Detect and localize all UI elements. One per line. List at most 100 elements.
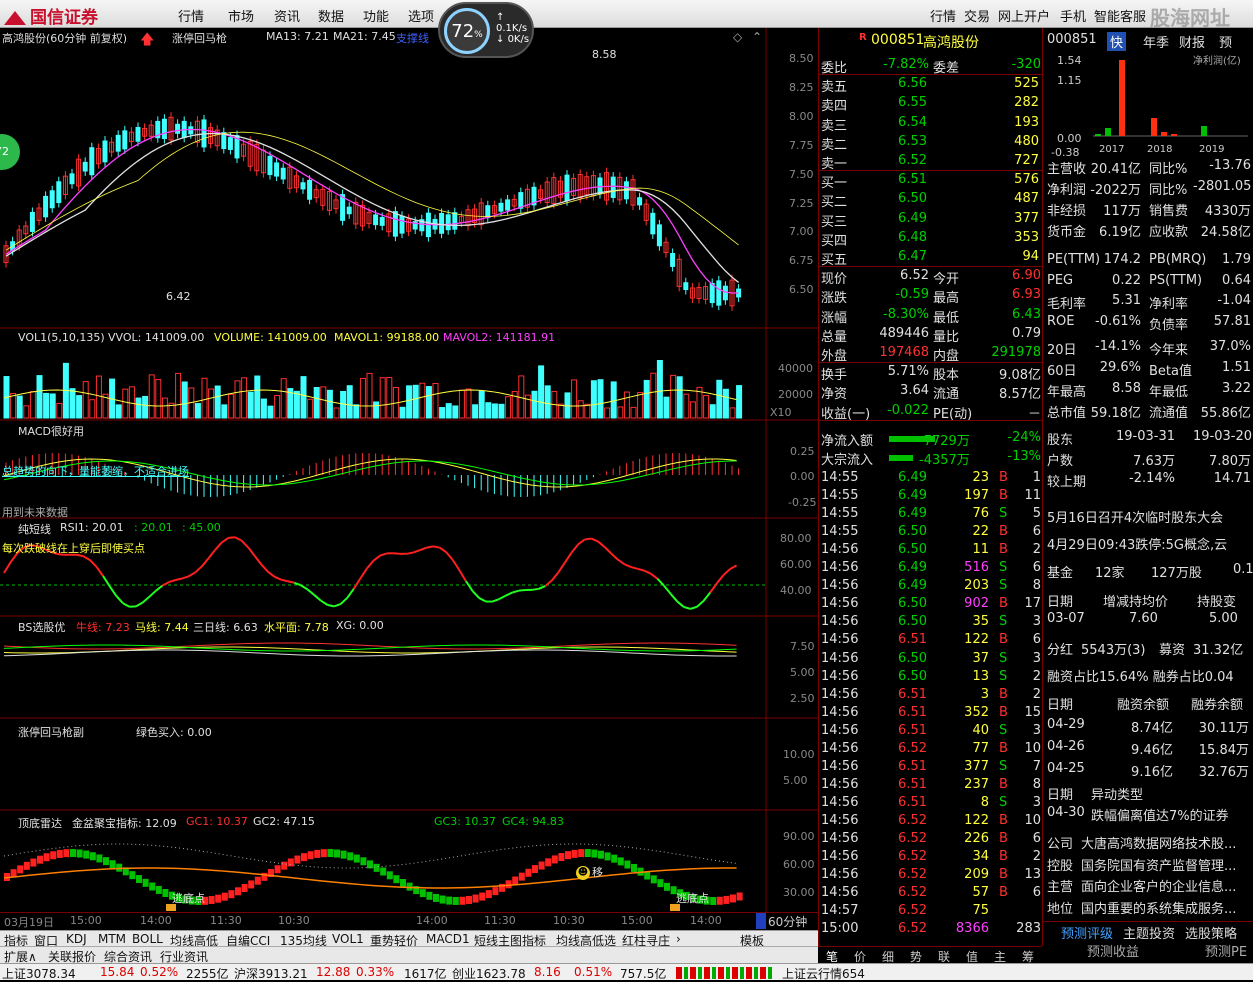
tab-macd1[interactable]: MACD1 <box>426 932 470 946</box>
tick-time: 14:56 <box>821 560 858 575</box>
radar-block <box>275 865 281 873</box>
tab-scroll-icon[interactable]: › <box>676 932 681 946</box>
tick-row: 14:566.5257B6 <box>819 884 1042 902</box>
quote-price: 6.54 <box>877 115 927 130</box>
menu-gongneng[interactable]: 功能 <box>363 6 389 25</box>
rsi-segment <box>717 575 724 583</box>
menu-shuju[interactable]: 数据 <box>318 6 344 25</box>
tick-volume: 203 <box>937 578 989 593</box>
menu-shichang[interactable]: 市场 <box>228 6 254 25</box>
volume-bar <box>116 405 121 418</box>
f10-value2: 1.51 <box>1193 360 1251 375</box>
tick-price: 6.51 <box>879 759 927 774</box>
margin-balance: 9.46亿 <box>1117 739 1173 758</box>
corp-row: 地位国内重要的系统集成服务... <box>1043 897 1253 916</box>
candle-body <box>651 213 655 233</box>
tick-count: 13 <box>1015 867 1041 882</box>
margin-col: 融资余额 <box>1117 694 1169 713</box>
volume-bar <box>281 379 286 418</box>
cy-index[interactable]: 创业1623.78 <box>452 965 526 982</box>
tick-time: 14:56 <box>821 867 858 882</box>
sh-index[interactable]: 上证3078.34 <box>2 965 76 982</box>
volume-bar <box>453 406 458 418</box>
cloud-status[interactable]: 上证云行情654 <box>782 965 865 982</box>
menu-shouji[interactable]: 手机 <box>1060 6 1086 25</box>
quote-label: 收益(一) <box>821 403 870 422</box>
rsi-segment <box>407 553 414 554</box>
scroll-handle[interactable] <box>756 913 766 929</box>
news-2[interactable]: 4月29日09:43跌停:5G概念,云 <box>1043 533 1253 552</box>
radar-block <box>162 889 168 897</box>
quote-value2: -24% <box>979 430 1041 445</box>
period-select[interactable]: 60分钟 <box>768 913 807 930</box>
tick-row: 14:566.50902B17 <box>819 595 1042 613</box>
menu-xuanxiang[interactable]: 选项 <box>408 6 434 25</box>
tick-row: 14:556.4976S5 <box>819 505 1042 523</box>
radar-block <box>44 853 50 861</box>
margin-col: 日期 <box>1047 694 1073 713</box>
profit-axis-tick: 0.00 <box>1057 132 1082 145</box>
margin-ratio: 融资占比15.64% 融券占比0.04 <box>1043 665 1253 684</box>
f10-label2: 净利率 <box>1149 293 1188 312</box>
menu-kaihu[interactable]: 网上开户 <box>998 6 1050 25</box>
volume-bar <box>440 408 445 418</box>
f10-value: 174.2 <box>1085 252 1141 267</box>
quote-price: 6.49 <box>877 211 927 226</box>
tick-side: S <box>999 578 1007 593</box>
quote-label: 卖四 <box>821 95 847 114</box>
diamond-icon[interactable]: ◇ <box>733 30 742 44</box>
volume-bar <box>426 387 431 418</box>
vol-mavol2: MAVOL2: 141181.91 <box>443 331 555 344</box>
low-label: 6.42 <box>166 290 191 303</box>
tick-count: 2 <box>1015 687 1041 702</box>
radar-block <box>545 858 551 866</box>
volume-bar <box>664 397 669 418</box>
f10-value: 19-03-31 <box>1115 429 1175 444</box>
up-arrow-icon: 🡅 <box>140 29 154 53</box>
menu-jiaoyi[interactable]: 交易 <box>964 6 990 25</box>
tab-mtm[interactable]: MTM <box>98 932 126 946</box>
tick-side: B <box>999 596 1008 611</box>
quote-volume: 480 <box>979 134 1039 149</box>
f10-label: 年最高 <box>1047 381 1086 400</box>
hold-change: 5.00 <box>1209 611 1238 626</box>
rsi-segment <box>354 578 361 588</box>
radar-block <box>70 849 76 857</box>
rsi-segment <box>215 542 222 549</box>
rsi-segment <box>182 576 189 578</box>
div-label: 分红 <box>1047 639 1073 658</box>
rsi-segment <box>195 566 202 572</box>
menu-kefu[interactable]: 智能客服 <box>1094 6 1146 25</box>
news-1[interactable]: 5月16日召开4次临时股东大会 <box>1043 506 1253 525</box>
tick-price: 6.52 <box>879 885 927 900</box>
menu-hangqing[interactable]: 行情 <box>178 6 204 25</box>
volume-bar <box>129 387 134 418</box>
collapse-icon[interactable]: ⌃ <box>752 30 762 44</box>
quote-value2: 6.93 <box>979 287 1041 302</box>
rsi-segment <box>611 553 618 559</box>
tab-kdj[interactable]: KDJ <box>66 932 87 946</box>
tick-volume: 237 <box>937 777 989 792</box>
radar-block <box>552 855 558 863</box>
quote-volume: 353 <box>979 230 1039 245</box>
rsi-segment <box>723 569 730 575</box>
tab-boll[interactable]: BOLL <box>132 932 163 946</box>
rsi-segment <box>314 595 321 601</box>
radar-block <box>129 871 135 879</box>
main-axis-tick: 7.25 <box>789 197 814 210</box>
ma13-label: MA13: 7.21 <box>266 30 329 43</box>
rsi-segment <box>110 586 117 596</box>
chart-area[interactable]: 高鸿股份(60分钟 前复权) 🡅 涨停回马枪 MA13: 7.21 MA21: … <box>0 28 818 930</box>
radar-block <box>288 858 294 866</box>
menu-zixun[interactable]: 资讯 <box>274 6 300 25</box>
tick-volume: 377 <box>937 759 989 774</box>
tab-vol1[interactable]: VOL1 <box>332 932 364 946</box>
bs-ma: 马线: 7.44 <box>135 619 189 635</box>
menu-right-hangqing[interactable]: 行情 <box>930 6 956 25</box>
vol-mavol1: MAVOL1: 99188.00 <box>334 331 439 344</box>
candle-body <box>499 203 503 211</box>
rsi-segment <box>638 569 645 571</box>
main-chart-title: 高鸿股份(60分钟 前复权) <box>2 30 127 46</box>
tick-volume: 516 <box>937 560 989 575</box>
hs-index[interactable]: 沪深3913.21 <box>234 965 308 982</box>
